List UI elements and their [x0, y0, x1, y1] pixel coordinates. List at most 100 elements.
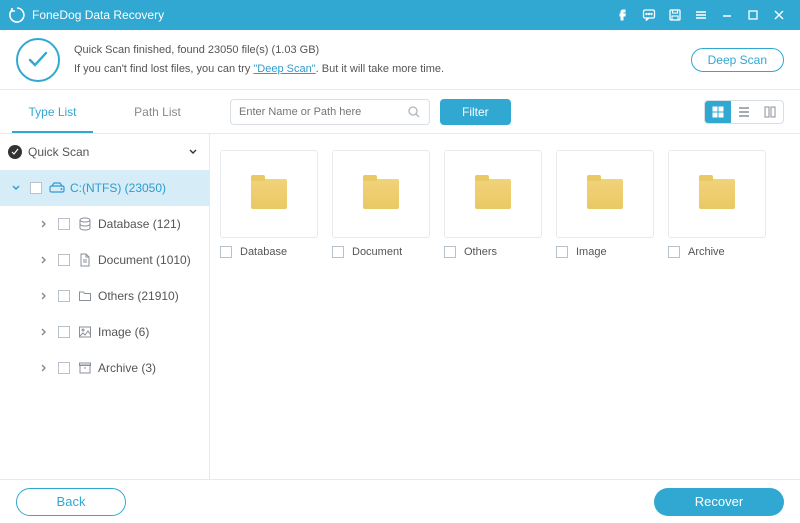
save-icon[interactable] — [662, 0, 688, 30]
checkbox[interactable] — [668, 246, 680, 258]
chevron-right-icon[interactable] — [36, 219, 52, 229]
view-toggle — [704, 100, 784, 124]
search-icon — [407, 105, 421, 119]
checkbox[interactable] — [556, 246, 568, 258]
deep-scan-link[interactable]: "Deep Scan" — [253, 63, 315, 75]
checkbox[interactable] — [58, 254, 70, 266]
folder-label: Archive — [688, 246, 725, 258]
menu-icon[interactable] — [688, 0, 714, 30]
folder-label: Document — [352, 246, 402, 258]
document-icon — [76, 253, 94, 267]
folder-icon — [251, 179, 287, 209]
folder-item: Document — [332, 150, 430, 258]
status-panel: Quick Scan finished, found 23050 file(s)… — [0, 30, 800, 90]
chevron-down-icon[interactable] — [8, 183, 24, 193]
window-title: FoneDog Data Recovery — [32, 8, 164, 22]
view-list-icon[interactable] — [731, 101, 757, 123]
tree-item-label: Document (1010) — [98, 253, 191, 267]
checkbox[interactable] — [58, 326, 70, 338]
main-area: Quick Scan C:(NTFS) (23050) Database (12… — [0, 134, 800, 479]
folder-grid: Database Document Others Image Archive — [220, 150, 790, 258]
folder-item: Others — [444, 150, 542, 258]
filter-button[interactable]: Filter — [440, 99, 511, 125]
tab-type-list[interactable]: Type List — [0, 90, 105, 133]
image-icon — [76, 325, 94, 339]
tree-item-label: Archive (3) — [98, 361, 156, 375]
folder-icon — [699, 179, 735, 209]
archive-icon — [76, 361, 94, 375]
folder-icon — [363, 179, 399, 209]
tree-item-label: Image (6) — [98, 325, 149, 339]
tree-item-document[interactable]: Document (1010) — [0, 242, 209, 278]
controls-row: Type List Path List Filter — [0, 90, 800, 134]
status-line2-suffix: . But it will take more time. — [316, 63, 444, 75]
back-button[interactable]: Back — [16, 488, 126, 516]
folder-thumb[interactable] — [668, 150, 766, 238]
folder-thumb[interactable] — [332, 150, 430, 238]
checkbox[interactable] — [58, 362, 70, 374]
chevron-down-icon[interactable] — [185, 147, 201, 157]
database-icon — [76, 217, 94, 231]
folder-icon — [475, 179, 511, 209]
status-line1-mid: file(s) ( — [239, 44, 276, 56]
status-size: 1.03 GB — [275, 44, 315, 56]
status-line1-prefix: Quick Scan finished, found — [74, 44, 208, 56]
folder-thumb[interactable] — [556, 150, 654, 238]
folder-item: Image — [556, 150, 654, 258]
sidebar-tree: Quick Scan C:(NTFS) (23050) Database (12… — [0, 134, 210, 479]
search-input[interactable] — [239, 106, 407, 118]
status-line1-suffix: ) — [316, 44, 320, 56]
tab-path-list[interactable]: Path List — [105, 90, 210, 133]
tree-item-image[interactable]: Image (6) — [0, 314, 209, 350]
tree-root-label: Quick Scan — [28, 145, 185, 159]
footer: Back Recover — [0, 479, 800, 523]
checkbox[interactable] — [444, 246, 456, 258]
checkbox[interactable] — [332, 246, 344, 258]
status-messages: Quick Scan finished, found 23050 file(s)… — [74, 41, 444, 78]
tree-item-database[interactable]: Database (121) — [0, 206, 209, 242]
status-file-count: 23050 — [208, 44, 239, 56]
checkbox[interactable] — [220, 246, 232, 258]
feedback-icon[interactable] — [636, 0, 662, 30]
folder-label: Database — [240, 246, 287, 258]
list-tabs: Type List Path List — [0, 90, 210, 133]
folder-icon — [587, 179, 623, 209]
folder-thumb[interactable] — [220, 150, 318, 238]
folder-item: Archive — [668, 150, 766, 258]
folder-label: Image — [576, 246, 607, 258]
facebook-icon[interactable] — [610, 0, 636, 30]
titlebar: FoneDog Data Recovery — [0, 0, 800, 30]
tree-item-label: Others (21910) — [98, 289, 179, 303]
checkbox[interactable] — [58, 218, 70, 230]
search-box[interactable] — [230, 99, 430, 125]
bullet-icon — [8, 145, 22, 159]
maximize-icon[interactable] — [740, 0, 766, 30]
chevron-right-icon[interactable] — [36, 327, 52, 337]
chevron-right-icon[interactable] — [36, 255, 52, 265]
recover-button[interactable]: Recover — [654, 488, 784, 516]
folder-thumb[interactable] — [444, 150, 542, 238]
checkbox[interactable] — [58, 290, 70, 302]
tree-item-archive[interactable]: Archive (3) — [0, 350, 209, 386]
content-area: Database Document Others Image Archive — [210, 134, 800, 479]
minimize-icon[interactable] — [714, 0, 740, 30]
tree-root[interactable]: Quick Scan — [0, 134, 209, 170]
checkbox[interactable] — [30, 182, 42, 194]
tree-item-label: Database (121) — [98, 217, 181, 231]
drive-icon — [48, 181, 66, 195]
view-detail-icon[interactable] — [757, 101, 783, 123]
tree-drive[interactable]: C:(NTFS) (23050) — [0, 170, 209, 206]
chevron-right-icon[interactable] — [36, 363, 52, 373]
chevron-right-icon[interactable] — [36, 291, 52, 301]
app-logo-icon — [8, 6, 26, 24]
status-line2-prefix: If you can't find lost files, you can tr… — [74, 63, 253, 75]
view-grid-icon[interactable] — [705, 101, 731, 123]
tree-drive-label: C:(NTFS) (23050) — [70, 181, 166, 195]
close-icon[interactable] — [766, 0, 792, 30]
check-icon — [16, 38, 60, 82]
folder-icon — [76, 289, 94, 303]
tree-item-others[interactable]: Others (21910) — [0, 278, 209, 314]
folder-label: Others — [464, 246, 497, 258]
folder-item: Database — [220, 150, 318, 258]
deep-scan-button[interactable]: Deep Scan — [691, 48, 784, 72]
